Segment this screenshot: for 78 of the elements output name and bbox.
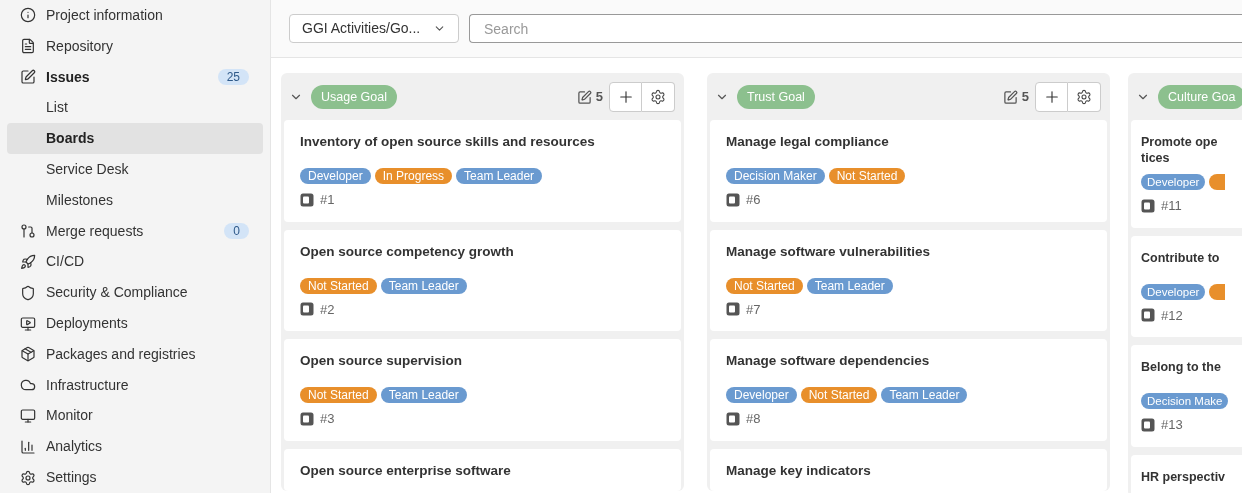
issue-card[interactable]: Manage key indicators bbox=[710, 448, 1107, 491]
sidebar-item[interactable]: Issues 25 bbox=[7, 61, 263, 93]
issue-title: HR perspectiv bbox=[1141, 468, 1227, 485]
rocket-icon bbox=[20, 253, 36, 270]
shield-icon bbox=[20, 284, 36, 301]
issue-number: #12 bbox=[1161, 306, 1183, 325]
issue-number: #8 bbox=[746, 410, 761, 428]
issue-title: Contribute to bbox=[1141, 249, 1221, 266]
sidebar-item[interactable]: Security & Compliance bbox=[7, 277, 263, 309]
sidebar-item[interactable]: Analytics bbox=[7, 431, 263, 463]
issue-icon bbox=[576, 89, 592, 105]
settings-button[interactable] bbox=[642, 82, 675, 112]
issue-icon bbox=[300, 411, 314, 426]
add-button[interactable] bbox=[1035, 82, 1068, 112]
goal-label: Usage Goal bbox=[311, 85, 397, 109]
count-badge: 25 bbox=[217, 69, 249, 86]
sidebar-item[interactable]: Service Desk bbox=[7, 154, 263, 185]
bar-chart-icon bbox=[20, 438, 36, 455]
issue-icon bbox=[726, 411, 740, 426]
info-icon bbox=[20, 7, 36, 24]
sidebar-item[interactable]: Milestones bbox=[7, 184, 263, 216]
issue-icon bbox=[300, 302, 314, 317]
issue-number: #11 bbox=[1161, 197, 1182, 215]
issue-icon bbox=[1141, 198, 1155, 213]
goal-label: Trust Goal bbox=[737, 85, 815, 109]
issue-title: Manage software vulnerabilities bbox=[726, 243, 932, 260]
sidebar-item[interactable]: Repository bbox=[7, 30, 263, 62]
issue-title: Inventory of open source skills and resources bbox=[300, 134, 596, 150]
issue-title: Open source enterprise software bbox=[300, 462, 512, 479]
sidebar-item[interactable]: Infrastructure bbox=[7, 369, 263, 401]
issue-number: #7 bbox=[746, 300, 761, 319]
issue-title: Manage key indicators bbox=[726, 462, 872, 479]
issue-count: 5 bbox=[595, 88, 603, 107]
issue-title: Promote ope tices bbox=[1141, 134, 1219, 166]
package-icon bbox=[20, 346, 36, 363]
sidebar-item[interactable]: Monitor bbox=[7, 400, 263, 432]
document-icon bbox=[20, 38, 36, 55]
issue-number: #3 bbox=[320, 410, 335, 428]
issue-title: Open source supervision bbox=[300, 353, 464, 369]
sidebar-item[interactable]: Packages and registries bbox=[7, 338, 263, 370]
sidebar-item[interactable]: Merge requests 0 bbox=[7, 215, 263, 247]
settings-button[interactable] bbox=[1068, 82, 1101, 112]
sidebar-item[interactable]: List bbox=[7, 92, 263, 124]
issue-icon bbox=[20, 69, 36, 86]
sidebar-item[interactable]: Boards bbox=[7, 123, 263, 155]
issue-title: Manage legal compliance bbox=[726, 134, 890, 150]
settings-icon bbox=[1076, 89, 1092, 105]
count-badge: 0 bbox=[224, 223, 249, 240]
settings-icon bbox=[650, 89, 666, 105]
issue-number: #13 bbox=[1161, 416, 1183, 434]
sidebar-item[interactable]: Project information bbox=[7, 0, 263, 31]
add-button[interactable] bbox=[609, 82, 642, 112]
issue-card[interactable]: Belong to the Decision Make #13 bbox=[1131, 345, 1242, 447]
issue-title: Manage software dependencies bbox=[726, 353, 931, 369]
issue-icon bbox=[1002, 89, 1018, 105]
search-field[interactable]: Search bbox=[469, 14, 1242, 43]
settings-icon bbox=[20, 469, 36, 486]
board-dropdown[interactable]: GGI Activities/Go... bbox=[289, 14, 459, 43]
sidebar-item[interactable]: CI/CD bbox=[7, 246, 263, 278]
issue-icon bbox=[300, 192, 314, 207]
issue-number: #6 bbox=[746, 191, 761, 209]
monitor-icon bbox=[20, 407, 36, 424]
issue-title: Belong to the bbox=[1141, 359, 1222, 375]
issue-card[interactable]: Open source enterprise software bbox=[284, 448, 681, 491]
issue-icon bbox=[1141, 417, 1155, 432]
issue-icon bbox=[726, 192, 740, 207]
issue-icon bbox=[1141, 308, 1155, 323]
issue-title: Open source competency growth bbox=[300, 243, 515, 260]
sidebar-item[interactable]: Deployments bbox=[7, 308, 263, 339]
merge-request-icon bbox=[20, 223, 36, 240]
sidebar-item[interactable]: Settings bbox=[7, 462, 263, 493]
issue-number: #2 bbox=[320, 300, 335, 319]
deploy-icon bbox=[20, 315, 36, 332]
issue-count: 5 bbox=[1021, 88, 1029, 107]
issue-number: #1 bbox=[320, 191, 335, 209]
goal-label: Culture Goa bbox=[1158, 85, 1242, 109]
issue-icon bbox=[726, 302, 740, 317]
issue-card[interactable]: HR perspectiv bbox=[1131, 454, 1242, 493]
